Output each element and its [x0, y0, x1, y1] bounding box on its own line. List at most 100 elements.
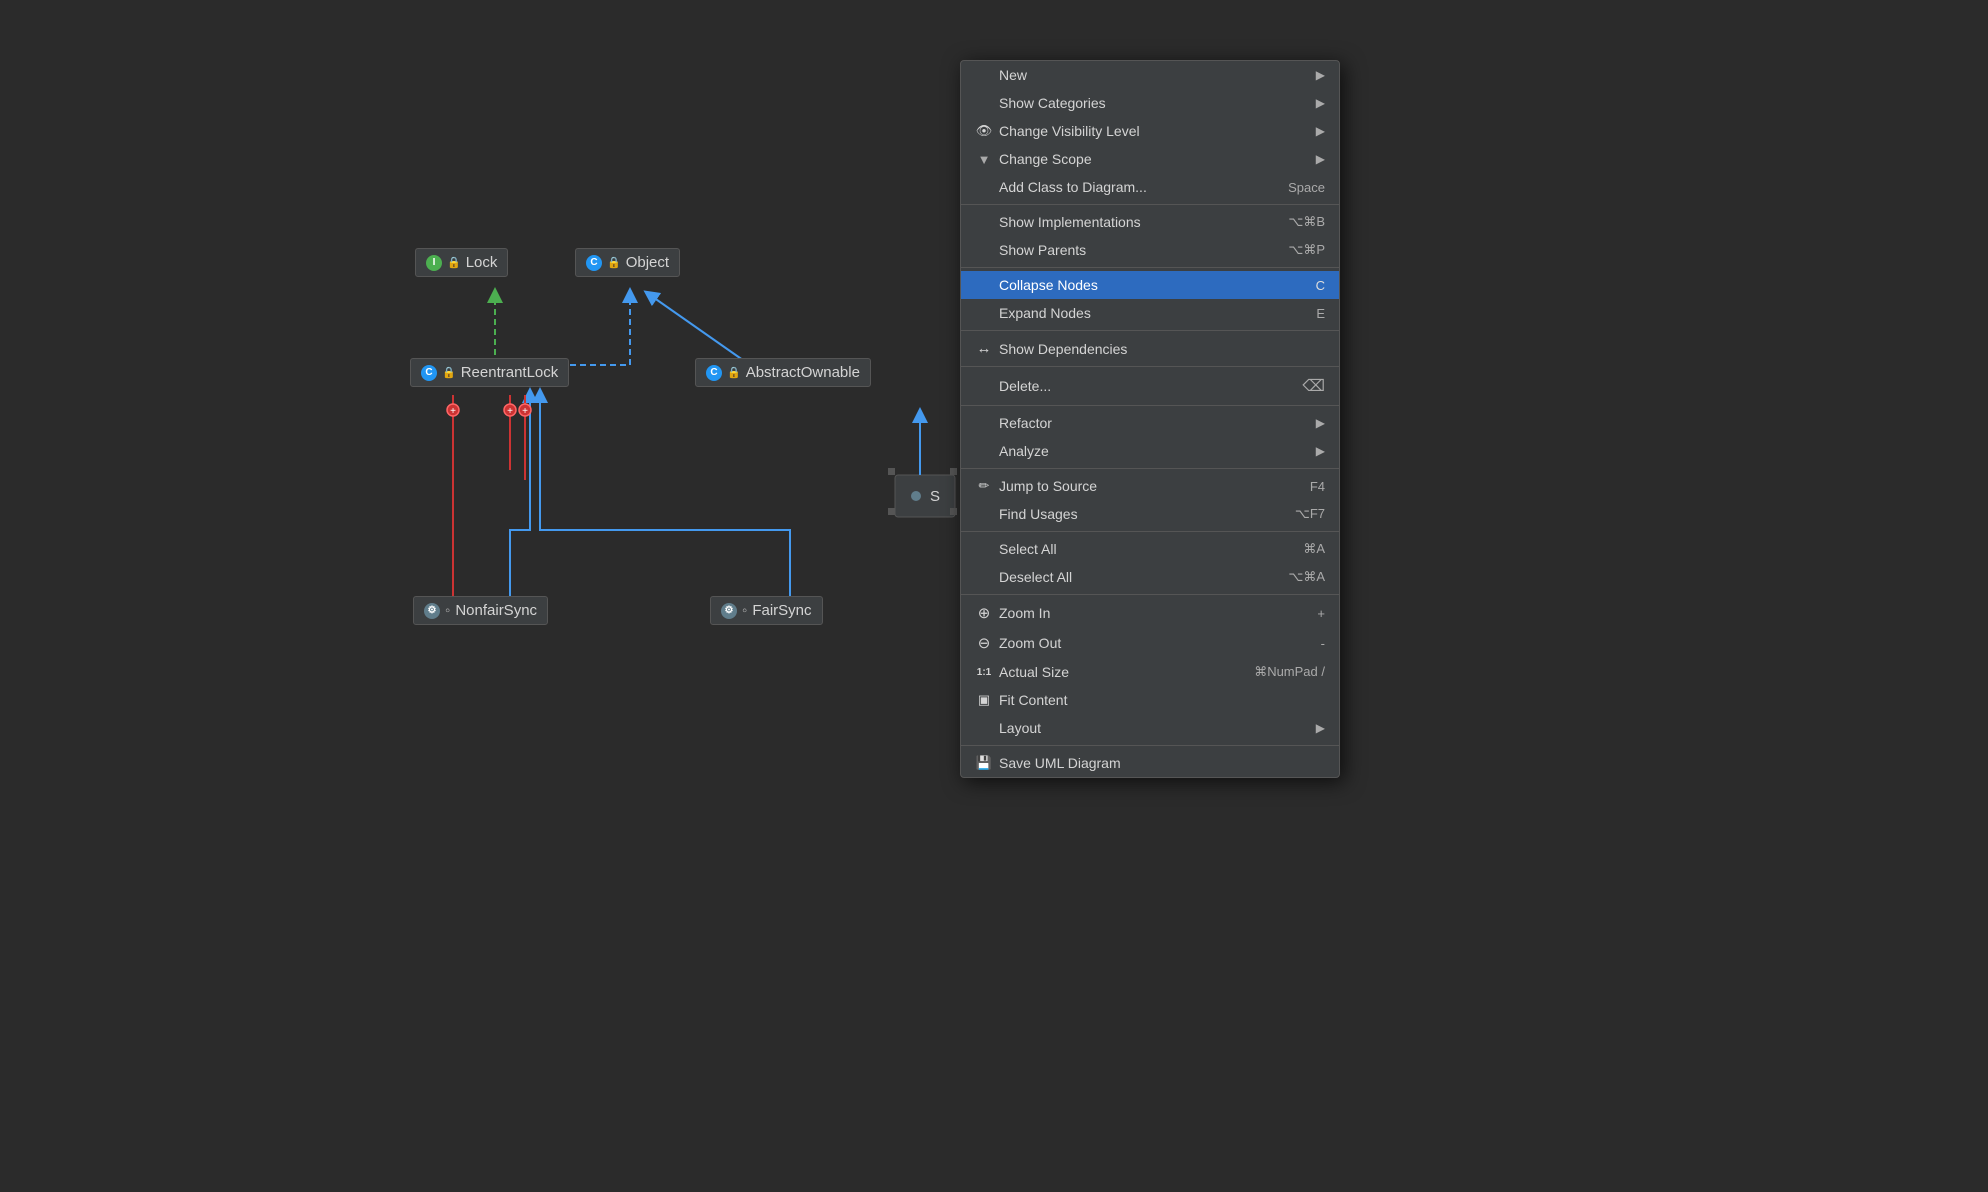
menu-icon-vis: 👁 [975, 123, 993, 139]
lock-symbol-ab: 🔒 [727, 366, 741, 379]
lock-symbol-re: 🔒 [442, 366, 456, 379]
separator-9 [961, 745, 1339, 746]
node-abstractownable[interactable]: C 🔒 AbstractOwnable [695, 358, 871, 387]
node-icon-nonfair: ⚙ [424, 603, 440, 619]
menu-icon-actual: 1:1 [975, 667, 993, 678]
menu-arrow-vis: ▶ [1316, 124, 1325, 138]
menu-item-change-vis[interactable]: 👁 Change Visibility Level ▶ [961, 117, 1339, 145]
menu-shortcut-add-class: Space [1288, 180, 1325, 195]
node-icon-abstract: C [706, 365, 722, 381]
menu-shortcut-expand: E [1316, 306, 1325, 321]
menu-label-deselectall: Deselect All [999, 569, 1072, 585]
node-reentrantlock[interactable]: C 🔒 ReentrantLock [410, 358, 569, 387]
node-icon-object: C [586, 255, 602, 271]
menu-label-vis: Change Visibility Level [999, 123, 1140, 139]
lock-symbol-obj: 🔒 [607, 256, 621, 269]
menu-item-show-impl[interactable]: Show Implementations ⌥⌘B [961, 208, 1339, 236]
menu-label-new: New [999, 67, 1027, 83]
separator-2 [961, 267, 1339, 268]
menu-item-fit-content[interactable]: ▣ Fit Content [961, 686, 1339, 714]
node-object[interactable]: C 🔒 Object [575, 248, 680, 277]
separator-4 [961, 366, 1339, 367]
menu-item-deselect-all[interactable]: Deselect All ⌥⌘A [961, 563, 1339, 591]
node-label-abstract: AbstractOwnable [746, 364, 860, 381]
menu-shortcut-actual: ⌘NumPad / [1254, 664, 1325, 680]
menu-icon-zoomin: ⊕ [975, 604, 993, 622]
menu-arrow-layout: ▶ [1316, 721, 1325, 735]
separator-6 [961, 468, 1339, 469]
menu-label-delete: Delete... [999, 378, 1051, 394]
menu-item-layout[interactable]: Layout ▶ [961, 714, 1339, 742]
menu-item-collapse-nodes[interactable]: Collapse Nodes C [961, 271, 1339, 299]
lock-symbol: 🔒 [447, 256, 461, 269]
menu-shortcut-zoomout: - [1321, 636, 1325, 651]
menu-label-jump: Jump to Source [999, 478, 1097, 494]
menu-label-deps: Show Dependencies [999, 341, 1127, 357]
menu-item-refactor[interactable]: Refactor ▶ [961, 409, 1339, 437]
node-label-reentrant: ReentrantLock [461, 364, 559, 381]
separator-5 [961, 405, 1339, 406]
menu-item-delete[interactable]: Delete... ⌫ [961, 370, 1339, 402]
menu-shortcut-find: ⌥F7 [1295, 506, 1325, 522]
node-icon-reentrant: C [421, 365, 437, 381]
menu-shortcut-show-parents: ⌥⌘P [1288, 242, 1325, 258]
node-label-fair: FairSync [752, 602, 811, 619]
menu-item-zoom-in[interactable]: ⊕ Zoom In + [961, 598, 1339, 628]
menu-item-jump-source[interactable]: ✏ Jump to Source F4 [961, 472, 1339, 500]
node-nonfairsync[interactable]: ⚙ ◦ NonfairSync [413, 596, 548, 625]
menu-icon-jump: ✏ [975, 478, 993, 494]
menu-label-refactor: Refactor [999, 415, 1052, 431]
menu-label-analyze: Analyze [999, 443, 1049, 459]
menu-arrow-scope: ▶ [1316, 152, 1325, 166]
menu-item-save-uml[interactable]: 💾 Save UML Diagram [961, 749, 1339, 777]
node-icon-fair: ⚙ [721, 603, 737, 619]
menu-arrow-analyze: ▶ [1316, 444, 1325, 458]
menu-label-show-impl: Show Implementations [999, 214, 1141, 230]
menu-label-expand: Expand Nodes [999, 305, 1091, 321]
menu-item-add-class[interactable]: Add Class to Diagram... Space [961, 173, 1339, 201]
menu-item-zoom-out[interactable]: ⊖ Zoom Out - [961, 628, 1339, 658]
menu-icon-scope: ▼ [975, 152, 993, 167]
menu-item-select-all[interactable]: Select All ⌘A [961, 535, 1339, 563]
menu-shortcut-delete: ⌫ [1302, 376, 1325, 396]
menu-item-find-usages[interactable]: Find Usages ⌥F7 [961, 500, 1339, 528]
menu-label-zoomin: Zoom In [999, 605, 1050, 621]
menu-arrow-showcat: ▶ [1316, 96, 1325, 110]
node-lock[interactable]: I 🔒 Lock [415, 248, 508, 277]
menu-item-new[interactable]: New ▶ [961, 61, 1339, 89]
menu-shortcut-collapse: C [1316, 278, 1325, 293]
menu-shortcut-zoomin: + [1317, 606, 1325, 621]
menu-shortcut-selectall: ⌘A [1303, 541, 1325, 557]
context-menu: New ▶ Show Categories ▶ 👁 Change Visibil… [960, 60, 1340, 778]
menu-item-show-deps[interactable]: ↔ Show Dependencies [961, 334, 1339, 363]
menu-label-add-class: Add Class to Diagram... [999, 179, 1147, 195]
menu-item-actual-size[interactable]: 1:1 Actual Size ⌘NumPad / [961, 658, 1339, 686]
menu-label-collapse: Collapse Nodes [999, 277, 1098, 293]
menu-item-show-parents[interactable]: Show Parents ⌥⌘P [961, 236, 1339, 264]
menu-item-show-categories[interactable]: Show Categories ▶ [961, 89, 1339, 117]
menu-arrow-new: ▶ [1316, 68, 1325, 82]
menu-label-fit: Fit Content [999, 692, 1067, 708]
menu-label-show-parents: Show Parents [999, 242, 1086, 258]
svg-text:+: + [522, 406, 528, 417]
separator-7 [961, 531, 1339, 532]
svg-text:+: + [450, 406, 456, 417]
svg-text:S: S [930, 488, 940, 505]
menu-label-save: Save UML Diagram [999, 755, 1121, 771]
dot-fair: ◦ [742, 602, 747, 619]
menu-icon-zoomout: ⊖ [975, 634, 993, 652]
node-fairsync[interactable]: ⚙ ◦ FairSync [710, 596, 823, 625]
menu-label-actual: Actual Size [999, 664, 1069, 680]
separator-8 [961, 594, 1339, 595]
separator-3 [961, 330, 1339, 331]
svg-text:+: + [507, 406, 513, 417]
menu-item-change-scope[interactable]: ▼ Change Scope ▶ [961, 145, 1339, 173]
menu-shortcut-deselectall: ⌥⌘A [1288, 569, 1325, 585]
separator-1 [961, 204, 1339, 205]
node-icon-lock: I [426, 255, 442, 271]
menu-item-analyze[interactable]: Analyze ▶ [961, 437, 1339, 465]
menu-label-scope: Change Scope [999, 151, 1092, 167]
node-label-lock: Lock [466, 254, 498, 271]
menu-label-selectall: Select All [999, 541, 1057, 557]
menu-item-expand-nodes[interactable]: Expand Nodes E [961, 299, 1339, 327]
